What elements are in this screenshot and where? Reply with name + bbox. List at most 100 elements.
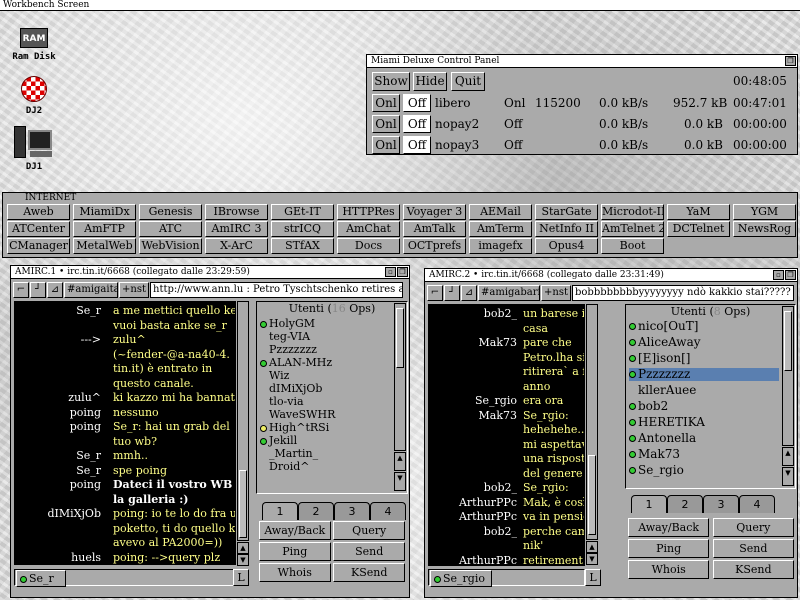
nick-button[interactable]: Se_rgio <box>430 570 492 587</box>
launcher-button[interactable]: YaM <box>667 204 730 220</box>
channel-menu-button[interactable]: ⊿ <box>47 282 63 298</box>
launcher-button[interactable]: HTTPRes <box>337 204 400 220</box>
zoom-icon[interactable]: ▫ <box>385 267 396 277</box>
launcher-button[interactable]: StarGate <box>535 204 598 220</box>
page-tab[interactable]: 3 <box>703 495 739 513</box>
userlist-scrollbar[interactable] <box>394 303 406 451</box>
page-tab[interactable]: 4 <box>739 495 775 513</box>
launcher-button[interactable]: ATCenter <box>7 221 70 237</box>
channel-close-button[interactable]: ⌐ <box>13 282 29 298</box>
miami-title-bar[interactable]: Miami Deluxe Control Panel ❐ <box>367 55 797 68</box>
command-button[interactable]: KSend <box>333 563 405 582</box>
launcher-button[interactable]: Microdot-II <box>601 204 664 220</box>
userlist-scrollbar[interactable] <box>782 306 794 446</box>
userlist-up-arrow-icon[interactable]: ▲ <box>782 447 794 466</box>
launcher-button[interactable]: Aweb <box>7 204 70 220</box>
command-button[interactable]: Query <box>333 521 405 540</box>
page-tab[interactable]: 2 <box>298 502 334 520</box>
depth-icon[interactable]: ❐ <box>397 267 408 277</box>
user-entry[interactable]: WaveSWHR <box>260 408 390 421</box>
miami-control-panel[interactable]: Miami Deluxe Control Panel ❐ Show Hide Q… <box>366 54 798 155</box>
page-tab[interactable]: 1 <box>631 495 667 513</box>
command-button[interactable]: KSend <box>712 560 794 579</box>
chat-scrollbar[interactable] <box>586 304 598 540</box>
command-button[interactable]: Send <box>333 542 405 561</box>
chat-scrollbar[interactable] <box>237 301 249 541</box>
topic-field[interactable]: bobbbbbbbbyyyyyyyy ndò kakkio stai????? <box>572 285 794 301</box>
user-entry[interactable]: ALAN-MHz <box>260 356 390 369</box>
hide-button[interactable]: Hide <box>413 72 447 91</box>
channel-name[interactable]: #amigabari <box>478 285 540 301</box>
command-button[interactable]: Ping <box>628 539 710 558</box>
ram-disk-icon[interactable]: RAM Ram Disk <box>2 28 66 62</box>
internet-launcher[interactable]: INTERNET Aweb MiamiDx Genesis IBrowse GEt-IT… <box>2 192 798 258</box>
screen-title-bar[interactable]: Workbench Screen <box>0 0 800 11</box>
online-button[interactable]: Onl <box>372 136 400 154</box>
online-button[interactable]: Onl <box>372 94 400 112</box>
page-tab[interactable]: 3 <box>334 502 370 520</box>
command-button[interactable]: Query <box>712 518 794 537</box>
nick-button[interactable]: Se_r <box>16 570 66 587</box>
channel-name[interactable]: #amigaita <box>64 282 118 298</box>
dj2-drive-icon[interactable]: DJ2 <box>8 76 60 116</box>
channel-close-button[interactable]: ⌐ <box>427 285 443 301</box>
launcher-button[interactable]: Docs <box>337 238 400 254</box>
user-entry[interactable]: _Martin_ <box>260 447 390 460</box>
command-button[interactable]: Whois <box>259 563 331 582</box>
user-entry[interactable]: teg-VIA <box>260 330 390 343</box>
channel-menu-button[interactable]: ⊿ <box>461 285 477 301</box>
amirc-window-2[interactable]: AMIRC.2 • irc.tin.it/6668 (collegato dal… <box>424 268 798 598</box>
topic-field[interactable]: http://www.ann.lu : Petro Tyschtschenko … <box>150 282 403 298</box>
quit-button[interactable]: Quit <box>451 72 485 91</box>
user-entry[interactable]: Pzzzzzzz <box>260 343 390 356</box>
channel-mode[interactable]: +nst <box>541 285 571 301</box>
channel-list-button[interactable]: ┘ <box>444 285 460 301</box>
offline-button[interactable]: Off <box>403 94 431 112</box>
launcher-button[interactable]: imagefx <box>469 238 532 254</box>
launcher-button[interactable]: STfAX <box>271 238 334 254</box>
page-tab[interactable]: 2 <box>667 495 703 513</box>
launcher-button[interactable]: AmChat <box>337 221 400 237</box>
amirc1-title-bar[interactable]: AMIRC.1 • irc.tin.it/6668 (collegato dal… <box>11 266 409 279</box>
user-entry[interactable]: AliceAway <box>629 336 779 349</box>
launcher-button[interactable]: X-ArC <box>205 238 268 254</box>
depth-icon[interactable]: ❐ <box>785 270 796 280</box>
command-button[interactable]: Away/Back <box>628 518 710 537</box>
launcher-button[interactable]: MiamiDx <box>73 204 136 220</box>
launcher-button[interactable]: Voyager 3 <box>403 204 466 220</box>
command-button[interactable]: Send <box>712 539 794 558</box>
user-entry[interactable]: HolyGM <box>260 317 390 330</box>
launcher-button[interactable]: DCTelnet <box>667 221 730 237</box>
channel-list-button[interactable]: ┘ <box>30 282 46 298</box>
launcher-button[interactable]: NewsRog <box>733 221 796 237</box>
zoom-icon[interactable]: ▫ <box>773 270 784 280</box>
log-button[interactable]: L <box>233 569 249 586</box>
launcher-button[interactable]: AmTerm <box>469 221 532 237</box>
user-entry[interactable]: Mak73 <box>629 448 779 461</box>
channel-mode[interactable]: +nst <box>119 282 149 298</box>
launcher-button[interactable]: GEt-IT <box>271 204 334 220</box>
online-button[interactable]: Onl <box>372 115 400 133</box>
log-button[interactable]: L <box>585 569 601 586</box>
launcher-button[interactable]: NetInfo II <box>535 221 598 237</box>
dj1-drive-icon[interactable]: DJ1 <box>4 124 64 172</box>
userlist-down-arrow-icon[interactable]: ▼ <box>782 467 794 486</box>
launcher-button[interactable]: WebVision <box>139 238 202 254</box>
user-entry[interactable]: Jekill <box>260 434 390 447</box>
page-tab[interactable]: 1 <box>262 502 298 520</box>
page-tab[interactable]: 4 <box>370 502 406 520</box>
scroll-up-arrow-icon[interactable]: ▲ <box>586 541 598 553</box>
command-button[interactable]: Away/Back <box>259 521 331 540</box>
user-entry[interactable]: bob2 <box>629 400 779 413</box>
offline-button[interactable]: Off <box>403 136 431 154</box>
user-entry[interactable]: tlo-via <box>260 395 390 408</box>
launcher-button[interactable]: strICQ <box>271 221 334 237</box>
user-entry[interactable]: Pzzzzzzz <box>629 368 779 381</box>
user-entry[interactable]: kllerAuee <box>629 384 779 397</box>
user-entry[interactable]: [E]ison[] <box>629 352 779 365</box>
user-entry[interactable]: Droid^ <box>260 460 390 473</box>
launcher-button[interactable]: AmIRC 3 <box>205 221 268 237</box>
launcher-button[interactable]: ATC <box>139 221 202 237</box>
launcher-button[interactable]: Genesis <box>139 204 202 220</box>
show-button[interactable]: Show <box>372 72 410 91</box>
